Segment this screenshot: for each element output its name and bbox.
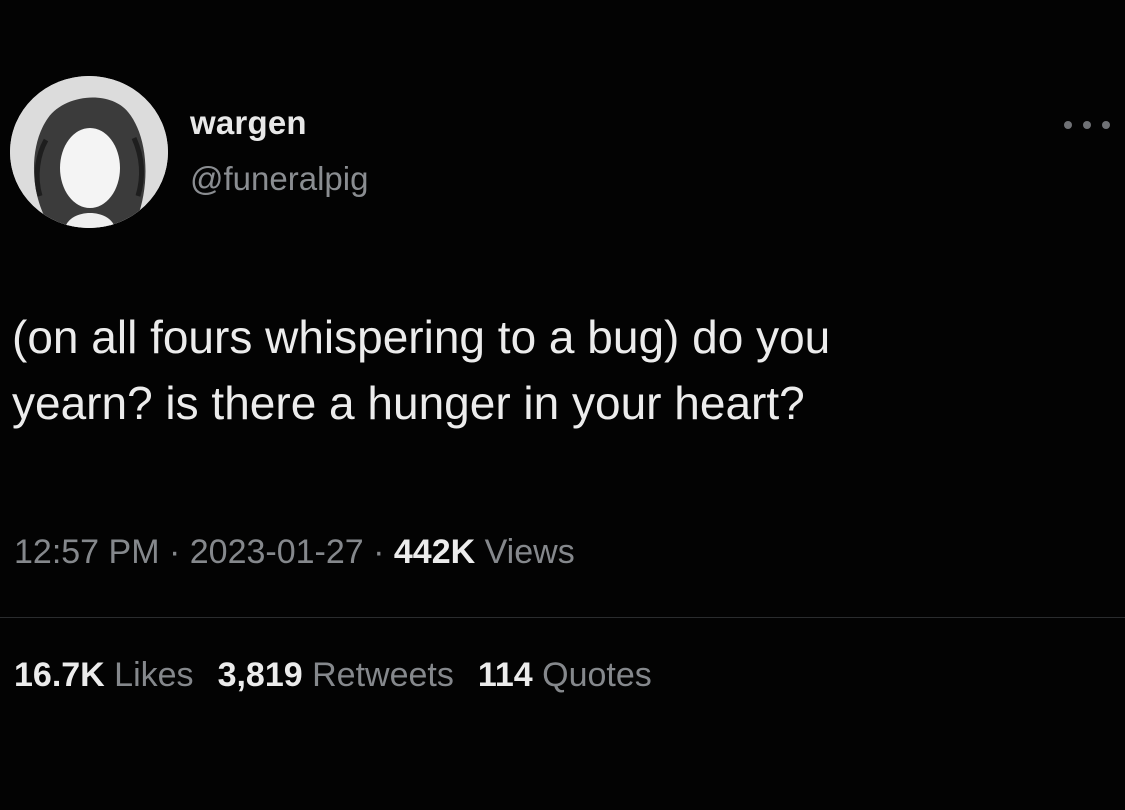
separator: · (363, 533, 394, 571)
views-count: 442K (393, 533, 476, 571)
retweets-stat[interactable]: 3,819 Retweets (218, 656, 454, 694)
dot (1064, 121, 1072, 129)
retweets-count: 3,819 (217, 656, 303, 694)
user-handle[interactable]: @funeralpig (190, 160, 368, 198)
tweet-stats: 16.7K Likes 3,819 Retweets 114 Quotes (14, 656, 676, 695)
quotes-label: Quotes (532, 656, 652, 694)
more-dots-icon[interactable] (1064, 118, 1110, 132)
views-label: Views (475, 533, 575, 571)
tweet-detail: wargen @funeralpig (on all fours whisper… (0, 0, 1125, 810)
tweet-time[interactable]: 12:57 PM (14, 533, 160, 571)
tweet-meta: 12:57 PM · 2023-01-27 · 442K Views (14, 533, 575, 572)
display-name[interactable]: wargen (190, 104, 307, 142)
quotes-stat[interactable]: 114 Quotes (478, 656, 652, 694)
profile-avatar-image (10, 76, 168, 228)
separator: · (159, 533, 190, 571)
retweets-label: Retweets (302, 656, 454, 694)
tweet-date[interactable]: 2023-01-27 (190, 533, 364, 571)
divider (0, 617, 1125, 618)
likes-stat[interactable]: 16.7K Likes (14, 656, 194, 694)
dot (1102, 121, 1110, 129)
likes-count: 16.7K (14, 656, 105, 694)
quotes-count: 114 (477, 656, 533, 694)
avatar[interactable] (10, 76, 168, 228)
tweet-text-line-1: (on all fours whispering to a bug) do yo… (12, 311, 831, 363)
likes-label: Likes (104, 656, 194, 694)
tweet-text-line-2: yearn? is there a hunger in your heart? (12, 377, 805, 429)
tweet-text: (on all fours whispering to a bug) do yo… (12, 304, 1117, 436)
dot (1083, 121, 1091, 129)
